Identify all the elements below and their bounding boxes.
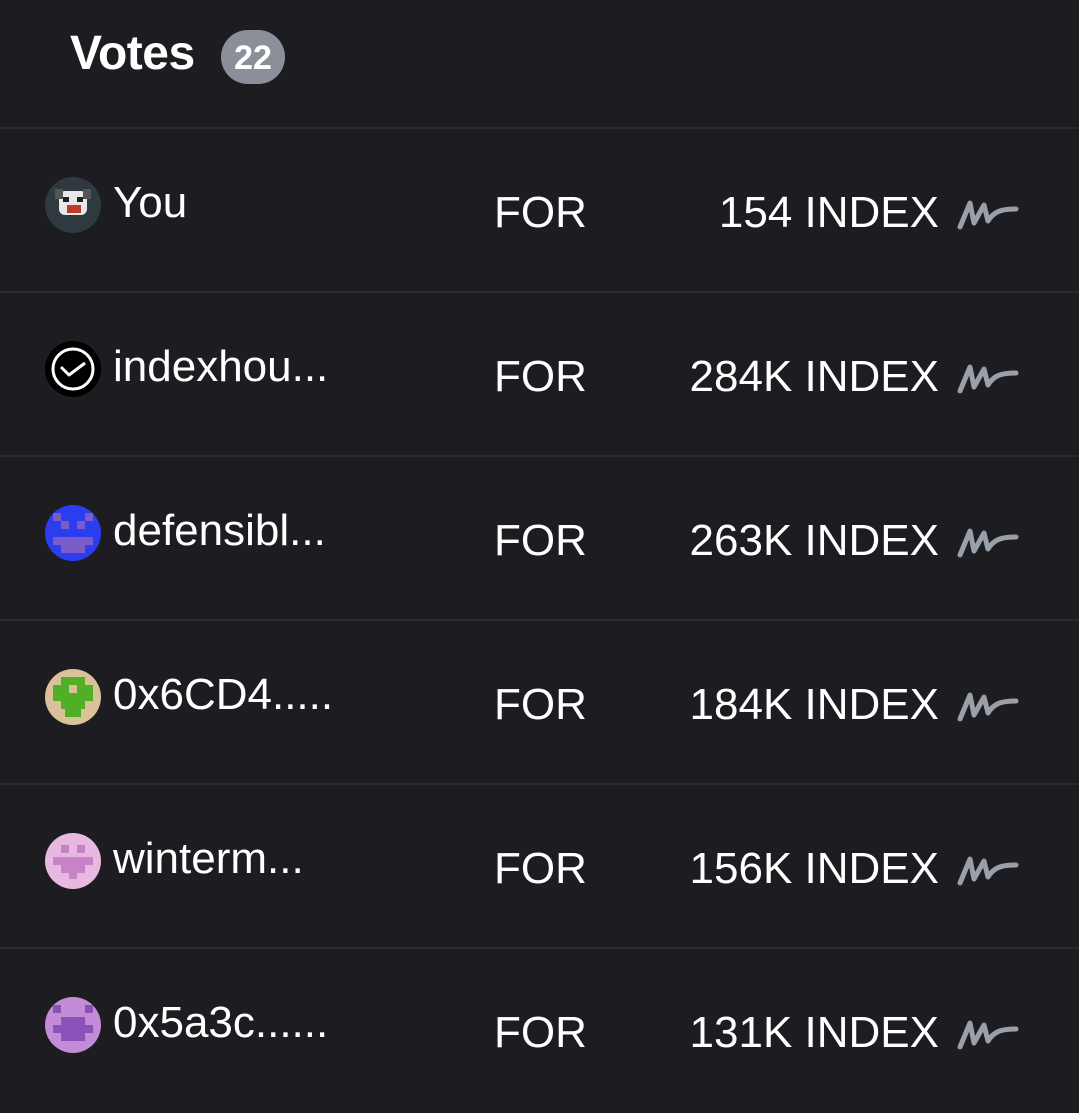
voter-name[interactable]: You (113, 175, 187, 231)
signature-icon[interactable] (956, 523, 1020, 559)
signature-icon[interactable] (956, 851, 1020, 887)
vote-choice: FOR (494, 516, 587, 565)
pixel-avatar-icon[interactable] (45, 833, 101, 889)
vote-weight: 284K INDEX (689, 352, 939, 401)
vote-row[interactable]: indexhou... FOR 284K INDEX (0, 293, 1079, 457)
pixel-avatar-icon[interactable] (45, 505, 101, 561)
signature-icon[interactable] (956, 195, 1020, 231)
dog-avatar-icon[interactable] (45, 177, 101, 233)
vote-weight: 131K INDEX (689, 1008, 939, 1057)
vote-weight: 156K INDEX (689, 844, 939, 893)
vote-choice: FOR (494, 352, 587, 401)
vote-weight: 154 INDEX (718, 188, 939, 237)
vote-choice: FOR (494, 680, 587, 729)
vote-row[interactable]: winterm... FOR 156K INDEX (0, 785, 1079, 949)
vote-choice: FOR (494, 844, 587, 893)
pixel-avatar-icon[interactable] (45, 997, 101, 1053)
voter-name[interactable]: indexhou... (113, 339, 328, 395)
logo-avatar-icon[interactable] (45, 341, 101, 397)
votes-count-badge: 22 (221, 30, 285, 84)
vote-weight: 184K INDEX (689, 680, 939, 729)
signature-icon[interactable] (956, 1015, 1020, 1051)
voter-name[interactable]: 0x6CD4..... (113, 667, 333, 723)
vote-weight: 263K INDEX (689, 516, 939, 565)
vote-row[interactable]: You FOR 154 INDEX (0, 129, 1079, 293)
voter-name[interactable]: defensibl... (113, 503, 326, 559)
votes-header: Votes 22 (0, 0, 1079, 129)
voter-name[interactable]: 0x5a3c...... (113, 995, 328, 1051)
vote-row[interactable]: defensibl... FOR 263K INDEX (0, 457, 1079, 621)
pixel-avatar-icon[interactable] (45, 669, 101, 725)
vote-row[interactable]: 0x5a3c...... FOR 131K INDEX (0, 949, 1079, 1113)
vote-choice: FOR (494, 1008, 587, 1057)
votes-title: Votes (70, 27, 195, 80)
vote-choice: FOR (494, 188, 587, 237)
signature-icon[interactable] (956, 687, 1020, 723)
signature-icon[interactable] (956, 359, 1020, 395)
vote-row[interactable]: 0x6CD4..... FOR 184K INDEX (0, 621, 1079, 785)
voter-name[interactable]: winterm... (113, 831, 304, 887)
